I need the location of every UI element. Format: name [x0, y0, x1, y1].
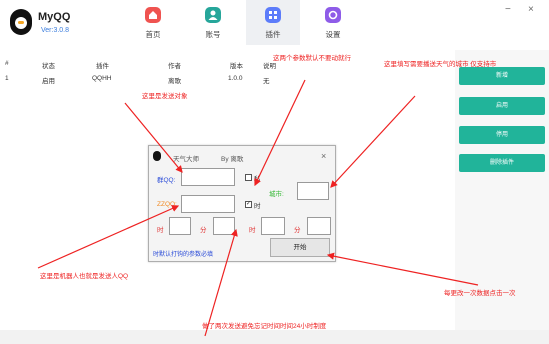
arrow-robot-qq	[37, 205, 180, 269]
annotation-default-params: 这两个参数默认不要动就行	[273, 55, 351, 62]
annotation-city: 这里填写需要播送天气的城市 仅支持市	[384, 61, 497, 68]
annotation-robot-qq: 这里是机器人也就是发送人QQ	[40, 273, 129, 280]
arrow-city	[330, 95, 416, 188]
arrow-send-target	[124, 102, 183, 173]
annotation-send-target: 这里是发送对象	[142, 93, 188, 100]
annotation-start: 每更改一次数据点击一次	[444, 290, 516, 297]
arrow-default-params	[254, 79, 306, 187]
arrow-start	[326, 252, 479, 286]
annotation-time: 做了两次发送避免忘记时间时间24小时制度	[202, 323, 327, 330]
